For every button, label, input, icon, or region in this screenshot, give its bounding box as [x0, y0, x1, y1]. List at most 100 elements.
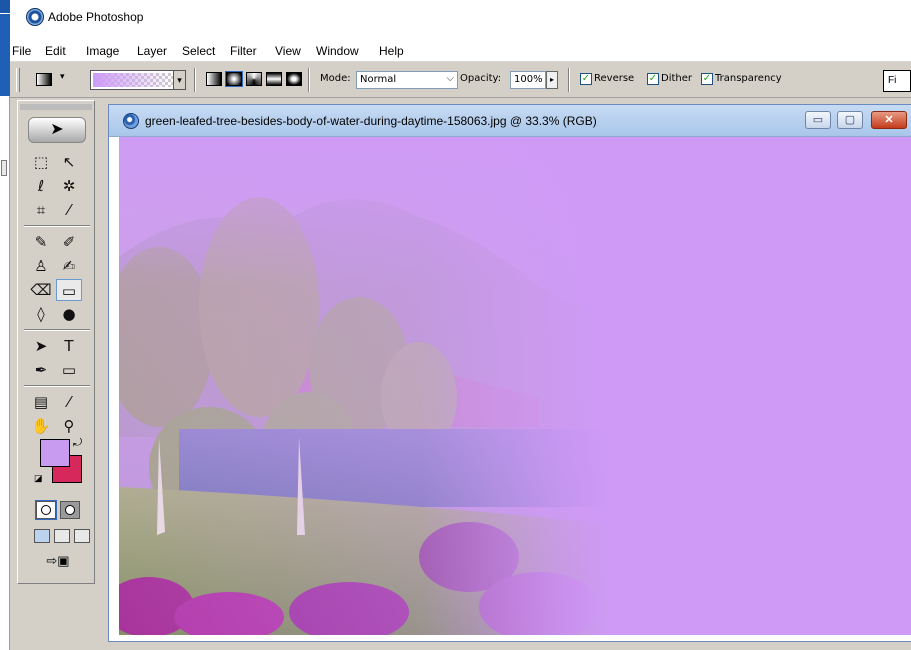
separator — [308, 68, 310, 92]
chevron-down-icon[interactable]: ▾ — [173, 71, 185, 89]
transparency-label: Transparency — [715, 73, 782, 84]
mode-value: Normal — [360, 74, 397, 85]
menu-image[interactable]: Image — [86, 44, 119, 58]
standard-screen-mode-button[interactable] — [34, 529, 50, 543]
maximize-button[interactable]: ▢ — [837, 111, 863, 129]
image-canvas[interactable] — [119, 137, 911, 635]
menu-window[interactable]: Window — [316, 44, 359, 58]
toolbox-separator — [24, 385, 90, 387]
marquee-tool-icon[interactable]: ⬚ — [28, 151, 54, 173]
reverse-label: Reverse — [594, 73, 635, 84]
menu-layer[interactable]: Layer — [137, 44, 167, 58]
notes-tool-icon[interactable]: ▤ — [28, 391, 54, 413]
clone-stamp-tool-icon[interactable]: ♙ — [28, 255, 54, 277]
magic-wand-tool-icon[interactable]: ✲ — [56, 175, 82, 197]
document-icon — [123, 113, 139, 129]
tool-preset-picker[interactable]: ▾ — [30, 71, 74, 89]
chevron-down-icon: ▾ — [60, 71, 65, 81]
minimize-button[interactable]: ▭ — [805, 111, 831, 129]
foreground-color-swatch[interactable] — [40, 439, 70, 467]
reverse-checkbox[interactable]: ✓ — [580, 73, 592, 85]
default-colors-icon[interactable]: ◪ — [34, 473, 44, 483]
history-brush-tool-icon[interactable]: ✍ — [56, 255, 82, 277]
blur-tool-icon[interactable]: ◊ — [28, 303, 54, 325]
diamond-gradient-button[interactable] — [286, 72, 302, 86]
full-screen-menu-mode-button[interactable] — [54, 529, 70, 543]
dodge-tool-icon[interactable]: ● — [56, 303, 82, 325]
eraser-tool-icon[interactable]: ⌫ — [28, 279, 54, 301]
background-window-edge — [0, 0, 10, 650]
opacity-value: 100% — [514, 74, 543, 85]
linear-gradient-button[interactable] — [206, 72, 222, 86]
opacity-slider-button[interactable]: ▸ — [546, 71, 558, 89]
gradient-preview — [93, 73, 173, 87]
options-bar: ▾ ▾ Mode: Normal ⌵ Opacity: 100% ▸ ✓ Rev… — [10, 62, 911, 98]
opacity-label: Opacity: — [460, 73, 502, 84]
mode-select[interactable]: Normal ⌵ — [356, 71, 458, 89]
eyedropper-tool-icon[interactable]: ⁄ — [56, 391, 82, 413]
move-tool-icon[interactable]: ↖ — [56, 151, 82, 173]
mode-label: Mode: — [320, 73, 351, 84]
brush-tool-icon[interactable]: ✐ — [56, 231, 82, 253]
gradient-tool-icon[interactable]: ▭ — [56, 279, 82, 301]
background-window-body — [0, 96, 10, 650]
jump-to-imageready-icon[interactable]: ⇨▣ — [40, 553, 76, 575]
crop-tool-icon[interactable]: ⌗ — [28, 199, 54, 221]
separator — [194, 68, 196, 92]
background-window-tab[interactable] — [1, 160, 7, 176]
standard-mode-button[interactable] — [35, 500, 57, 520]
chevron-down-icon: ⌵ — [446, 73, 454, 84]
gradient-tool-preset-icon — [36, 73, 52, 86]
options-bar-grip[interactable] — [16, 68, 20, 92]
menu-view[interactable]: View — [275, 44, 301, 58]
landscape-photo — [119, 137, 911, 635]
toolbox-separator — [24, 329, 90, 331]
separator — [568, 68, 570, 92]
reflected-gradient-button[interactable] — [266, 72, 282, 86]
standard-mode-icon — [41, 505, 51, 515]
toolbox: ➤ ⬚ ↖ ℓ ✲ ⌗ ⁄ ✎ ✐ ♙ ✍ ⌫ ▭ ◊ ● ➤ T ✒ ▭ ▤ … — [17, 100, 95, 584]
close-button[interactable]: ✕ — [871, 111, 907, 129]
dither-label: Dither — [661, 73, 693, 84]
menu-filter[interactable]: Filter — [230, 44, 257, 58]
type-tool-icon[interactable]: T — [56, 335, 82, 357]
document-titlebar[interactable]: green-leafed-tree-besides-body-of-water-… — [109, 105, 911, 137]
palette-well-label: Fi — [888, 75, 897, 86]
menu-help[interactable]: Help — [379, 44, 404, 58]
zoom-tool-icon[interactable]: ⚲ — [56, 415, 82, 437]
background-window-titlebar — [0, 0, 10, 14]
dither-checkbox[interactable]: ✓ — [647, 73, 659, 85]
toolbox-grip[interactable] — [20, 104, 92, 110]
transparency-checkbox[interactable]: ✓ — [701, 73, 713, 85]
adobe-online-feather-icon[interactable]: ➤ — [28, 117, 86, 143]
toolbox-separator — [24, 225, 90, 227]
radial-gradient-button[interactable] — [225, 71, 243, 87]
healing-brush-tool-icon[interactable]: ✎ — [28, 231, 54, 253]
menu-select[interactable]: Select — [182, 44, 215, 58]
angle-gradient-button[interactable] — [246, 72, 262, 86]
path-selection-tool-icon[interactable]: ➤ — [28, 335, 54, 357]
document-title: green-leafed-tree-besides-body-of-water-… — [145, 114, 597, 128]
quick-mask-mode-button[interactable] — [60, 501, 80, 519]
menu-file[interactable]: File — [12, 44, 31, 58]
slice-tool-icon[interactable]: ⁄ — [56, 199, 82, 221]
palette-well[interactable]: Fi — [883, 70, 911, 92]
quick-mask-icon — [65, 505, 75, 515]
app-title: Adobe Photoshop — [48, 10, 144, 24]
app-titlebar[interactable]: Adobe Photoshop — [10, 0, 911, 38]
document-window: green-leafed-tree-besides-body-of-water-… — [108, 104, 911, 642]
shape-tool-icon[interactable]: ▭ — [56, 359, 82, 381]
pen-tool-icon[interactable]: ✒ — [28, 359, 54, 381]
background-window-header — [0, 14, 10, 96]
gradient-picker[interactable]: ▾ — [90, 70, 186, 90]
swap-colors-icon[interactable]: ⤾ — [73, 437, 82, 450]
photoshop-app: Adobe Photoshop File Edit Image Layer Se… — [10, 0, 911, 650]
photoshop-logo-icon — [26, 8, 44, 26]
menu-bar: File Edit Image Layer Select Filter View… — [10, 38, 911, 62]
menu-edit[interactable]: Edit — [45, 44, 66, 58]
hand-tool-icon[interactable]: ✋ — [28, 415, 54, 437]
canvas-frame — [119, 137, 911, 635]
lasso-tool-icon[interactable]: ℓ — [28, 175, 54, 197]
full-screen-mode-button[interactable] — [74, 529, 90, 543]
opacity-input[interactable]: 100% — [510, 71, 546, 89]
